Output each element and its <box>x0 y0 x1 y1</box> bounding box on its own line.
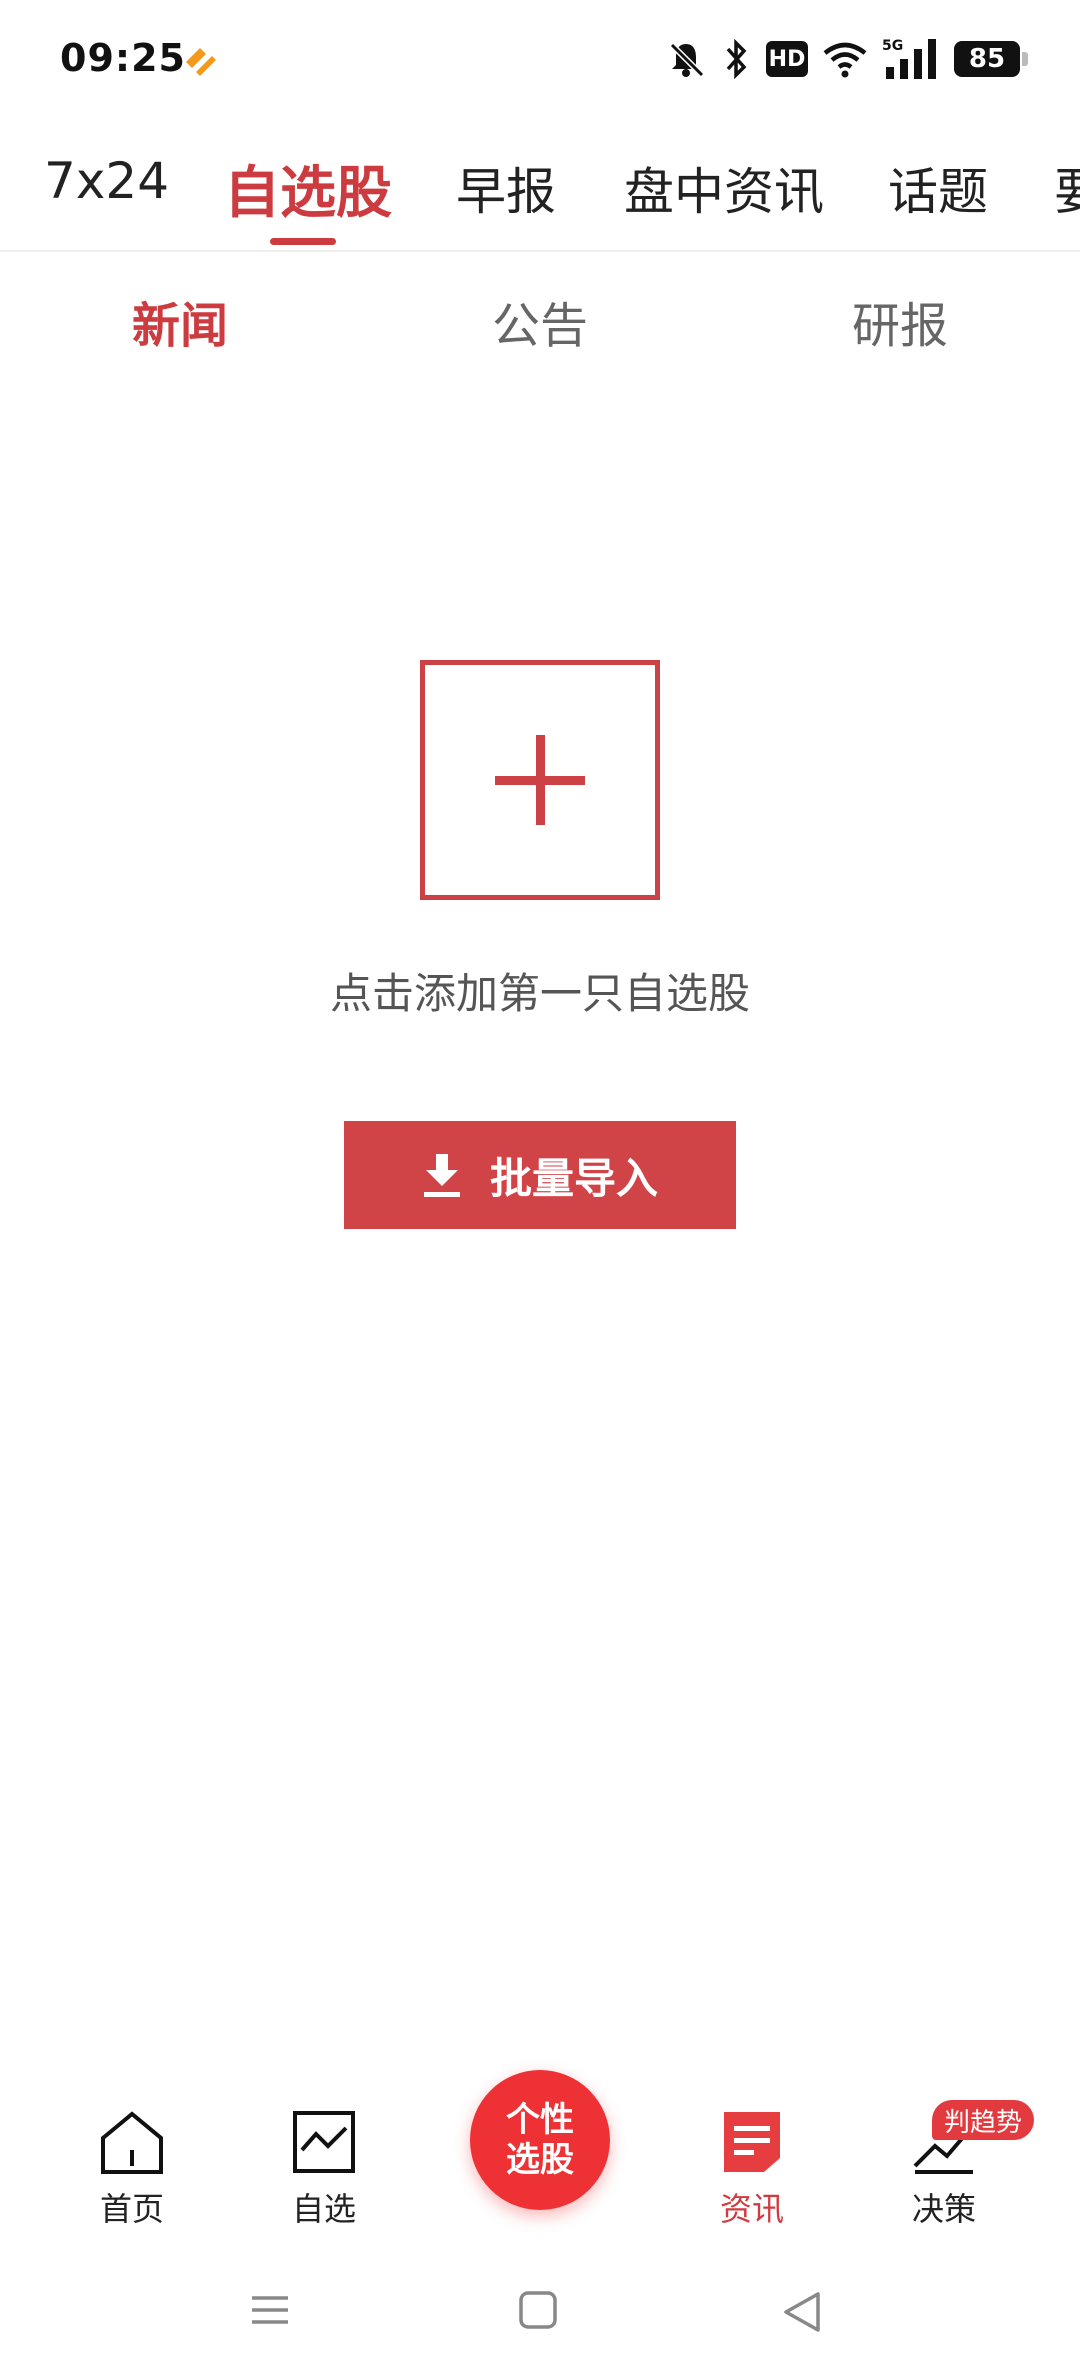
tab-more[interactable]: 要 <box>1054 152 1080 224</box>
fab-label-line1: 个性 <box>506 2100 574 2140</box>
personal-stock-picker-button[interactable]: 个性 选股 <box>470 2070 610 2210</box>
batch-import-label: 批量导入 <box>489 1153 658 1203</box>
nav-decision[interactable]: 决策 <box>864 2060 1024 2240</box>
bluetooth-icon <box>726 39 747 79</box>
mute-bell-icon <box>669 42 705 78</box>
nav-home[interactable]: 首页 <box>52 2060 212 2240</box>
subtab-research[interactable]: 研报 <box>852 286 948 356</box>
tab-intraday-news[interactable]: 盘中资讯 <box>624 152 824 224</box>
system-navigation-bar <box>0 2260 1080 2376</box>
status-bar: 09:25 HD 5G 85 <box>0 0 1080 118</box>
plus-icon-vertical <box>536 735 545 825</box>
status-icons: HD 5G 85 <box>666 34 1028 84</box>
status-time: 09:25 <box>60 36 186 80</box>
nav-news[interactable]: 资讯 <box>672 2060 832 2240</box>
nav-watchlist-label: 自选 <box>291 2190 356 2228</box>
nav-home-label: 首页 <box>99 2190 164 2228</box>
trend-badge: 判趋势 <box>932 2100 1035 2140</box>
empty-state-message: 点击添加第一只自选股 <box>329 969 750 1018</box>
fab-label-line2: 选股 <box>506 2140 574 2180</box>
battery-indicator: 85 <box>954 41 1028 77</box>
app-notification-icon <box>186 48 216 76</box>
nav-decision-label: 决策 <box>911 2190 976 2228</box>
chart-icon <box>293 2111 355 2173</box>
tab-topics[interactable]: 话题 <box>888 152 988 224</box>
nav-watchlist[interactable]: 自选 <box>244 2060 404 2240</box>
network-label: 5G <box>882 38 903 54</box>
subtab-announcements[interactable]: 公告 <box>492 286 588 356</box>
top-tab-bar: 7x24 自选股 早报 盘中资讯 话题 要 <box>0 140 1080 252</box>
subtab-news[interactable]: 新闻 <box>132 286 228 356</box>
menu-icon[interactable] <box>250 2290 290 2330</box>
nav-news-label: 资讯 <box>719 2190 784 2228</box>
add-stock-button[interactable] <box>420 660 660 900</box>
wifi-icon <box>823 42 867 78</box>
home-icon <box>101 2111 163 2174</box>
tab-7x24[interactable]: 7x24 <box>44 152 169 210</box>
back-triangle-icon[interactable] <box>782 2290 822 2334</box>
tab-morning-report[interactable]: 早报 <box>456 152 556 224</box>
download-icon <box>423 1154 460 1197</box>
batch-import-button[interactable]: 批量导入 <box>344 1121 736 1229</box>
home-square-icon[interactable] <box>518 2290 558 2330</box>
signal-5g-icon: 5G <box>882 38 936 79</box>
news-icon <box>724 2112 780 2172</box>
active-tab-indicator <box>270 238 336 245</box>
hd-badge: HD <box>766 41 808 77</box>
tab-watchlist[interactable]: 自选股 <box>224 148 392 229</box>
